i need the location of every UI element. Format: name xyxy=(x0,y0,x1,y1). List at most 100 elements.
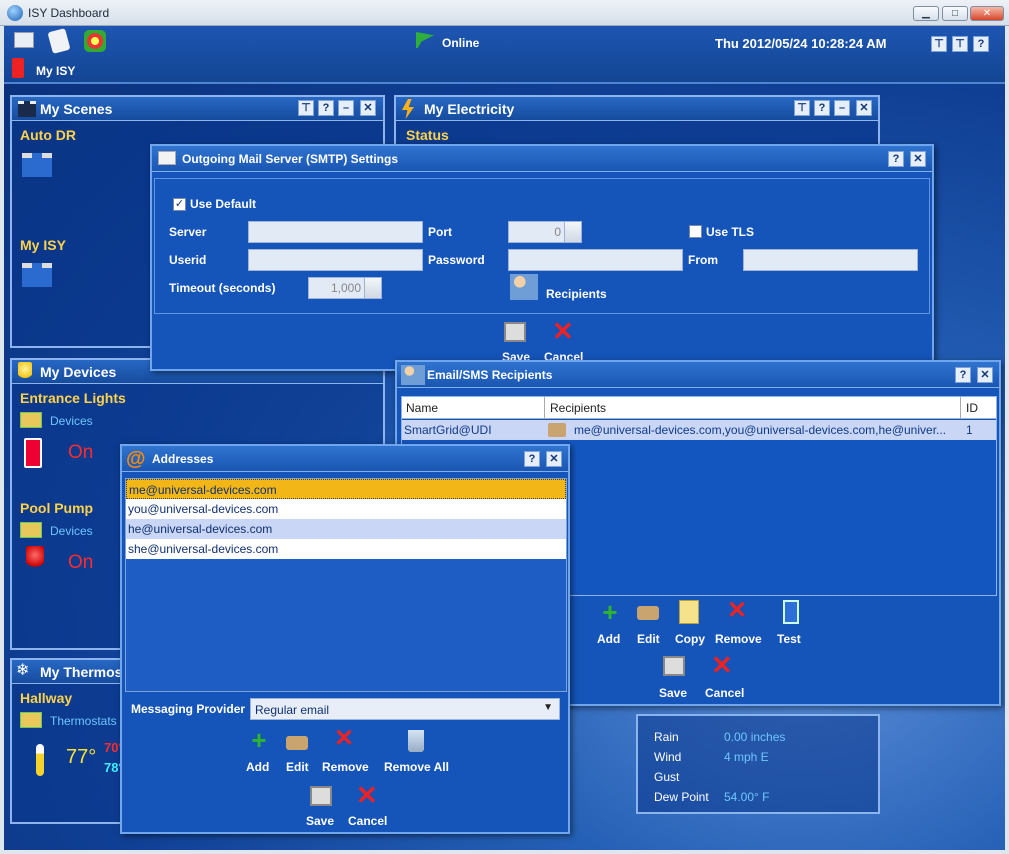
maximize-button[interactable]: □ xyxy=(942,6,968,21)
scroll-icon[interactable] xyxy=(47,28,71,54)
list-item[interactable]: she@universal-devices.com xyxy=(126,539,566,559)
close-icon[interactable]: ✕ xyxy=(360,100,376,116)
cancel-icon[interactable]: ✕ xyxy=(552,318,574,344)
my-isy-label[interactable]: My ISY xyxy=(36,64,75,78)
from-label: From xyxy=(688,253,718,267)
trash-icon[interactable] xyxy=(408,730,424,752)
thermostats-link[interactable]: Thermostats xyxy=(50,714,117,728)
table-row[interactable]: SmartGrid@UDI me@universal-devices.com,y… xyxy=(402,420,996,440)
save-icon[interactable] xyxy=(310,786,332,806)
port-label: Port xyxy=(428,225,452,239)
copy-icon[interactable] xyxy=(679,600,699,624)
chevron-down-icon[interactable]: ▼ xyxy=(543,702,553,713)
device-state: On xyxy=(68,552,94,573)
clapper-icon[interactable] xyxy=(22,263,52,287)
port-spinner[interactable]: 0 xyxy=(508,221,582,243)
close-icon[interactable]: ✕ xyxy=(546,451,562,467)
clapper-icon[interactable] xyxy=(22,153,52,177)
help-icon[interactable]: ? xyxy=(318,100,334,116)
password-input[interactable] xyxy=(508,249,683,271)
close-icon[interactable]: ✕ xyxy=(910,151,926,167)
device-entrance-lights[interactable]: Entrance Lights xyxy=(20,390,126,406)
test-button[interactable]: Test xyxy=(777,632,801,646)
edit-button[interactable]: Edit xyxy=(286,760,309,774)
save-button[interactable]: Save xyxy=(306,814,334,828)
devices-link[interactable]: Devices xyxy=(50,524,93,538)
cancel-icon[interactable]: ✕ xyxy=(356,782,378,808)
copy-button[interactable]: Copy xyxy=(675,632,705,646)
remove-all-button[interactable]: Remove All xyxy=(384,760,449,774)
edit-icon[interactable] xyxy=(548,423,566,437)
help-icon[interactable]: ? xyxy=(814,100,830,116)
add-button[interactable]: Add xyxy=(246,760,269,774)
close-button[interactable]: ✕ xyxy=(970,6,1004,21)
help-icon[interactable]: ? xyxy=(524,451,540,467)
remove-icon[interactable]: ✕ xyxy=(334,726,354,752)
minimize-button[interactable]: ▁ xyxy=(913,6,939,21)
userid-input[interactable] xyxy=(248,249,423,271)
app-icon xyxy=(7,5,23,21)
edit-icon[interactable] xyxy=(286,736,308,750)
help-icon[interactable]: ? xyxy=(973,36,989,52)
scene-my-isy[interactable]: My ISY xyxy=(20,237,66,253)
help-icon[interactable]: ? xyxy=(888,151,904,167)
phone-icon[interactable] xyxy=(783,600,799,624)
dialog-header: @ Addresses ? ✕ xyxy=(122,446,568,472)
save-button[interactable]: Save xyxy=(659,686,687,700)
scene-auto-dr[interactable]: Auto DR xyxy=(20,127,76,143)
weather-value: 0.00 inches xyxy=(724,730,786,744)
pin-icon[interactable]: ⊤ xyxy=(794,100,810,116)
provider-select[interactable]: Regular email ▼ xyxy=(250,698,560,720)
column-name[interactable]: Name xyxy=(406,401,438,415)
minimize-icon[interactable]: – xyxy=(338,100,354,116)
cancel-button[interactable]: Cancel xyxy=(705,686,744,700)
device-state: On xyxy=(68,442,94,463)
status-section: Status xyxy=(406,127,449,143)
from-input[interactable] xyxy=(743,249,918,271)
cell-id: 1 xyxy=(966,423,973,437)
list-item[interactable]: you@universal-devices.com xyxy=(126,499,566,519)
close-icon[interactable]: ✕ xyxy=(977,367,993,383)
save-icon[interactable] xyxy=(504,322,526,342)
cancel-button[interactable]: Cancel xyxy=(348,814,387,828)
minimize-icon[interactable]: – xyxy=(834,100,850,116)
edit-icon[interactable] xyxy=(637,606,659,620)
list-item[interactable]: he@universal-devices.com xyxy=(126,519,566,539)
add-icon[interactable]: + xyxy=(597,599,623,626)
pin-icon[interactable]: ⊤ xyxy=(931,36,947,52)
list-item[interactable]: me@universal-devices.com xyxy=(126,479,566,499)
devices-link[interactable]: Devices xyxy=(50,414,93,428)
pin-icon[interactable]: ⊤ xyxy=(952,36,968,52)
pin-icon[interactable]: ⊤ xyxy=(298,100,314,116)
device-pool-pump[interactable]: Pool Pump xyxy=(20,500,93,516)
column-id[interactable]: ID xyxy=(966,401,978,415)
cancel-icon[interactable]: ✕ xyxy=(711,652,733,678)
folder-icon xyxy=(20,412,42,428)
use-tls-checkbox[interactable] xyxy=(689,225,702,238)
edit-button[interactable]: Edit xyxy=(637,632,660,646)
panel-title: My Electricity xyxy=(424,101,515,117)
remove-button[interactable]: Remove xyxy=(322,760,369,774)
add-button[interactable]: Add xyxy=(597,632,620,646)
help-icon[interactable]: ? xyxy=(955,367,971,383)
server-input[interactable] xyxy=(248,221,423,243)
timeout-spinner[interactable]: 1,000 xyxy=(308,277,382,299)
users-icon[interactable] xyxy=(510,274,538,300)
add-icon[interactable]: + xyxy=(246,727,272,754)
switch-icon[interactable] xyxy=(24,438,42,468)
status-label: Online xyxy=(442,36,480,50)
close-icon[interactable]: ✕ xyxy=(856,100,872,116)
recipients-button[interactable]: Recipients xyxy=(546,287,607,301)
use-default-checkbox[interactable]: ✓ xyxy=(173,198,186,211)
remove-button[interactable]: Remove xyxy=(715,632,762,646)
dialog-header: Email/SMS Recipients ? ✕ xyxy=(397,362,999,388)
id-card-icon[interactable] xyxy=(14,32,34,48)
thermostat-hallway[interactable]: Hallway xyxy=(20,690,72,706)
save-icon[interactable] xyxy=(663,656,685,676)
weather-label: Wind xyxy=(654,750,682,764)
bulb-icon[interactable] xyxy=(26,546,44,572)
column-recipients[interactable]: Recipients xyxy=(550,401,606,415)
puzzle-icon[interactable] xyxy=(84,30,106,52)
book-icon xyxy=(12,58,24,78)
remove-icon[interactable]: ✕ xyxy=(727,598,747,624)
